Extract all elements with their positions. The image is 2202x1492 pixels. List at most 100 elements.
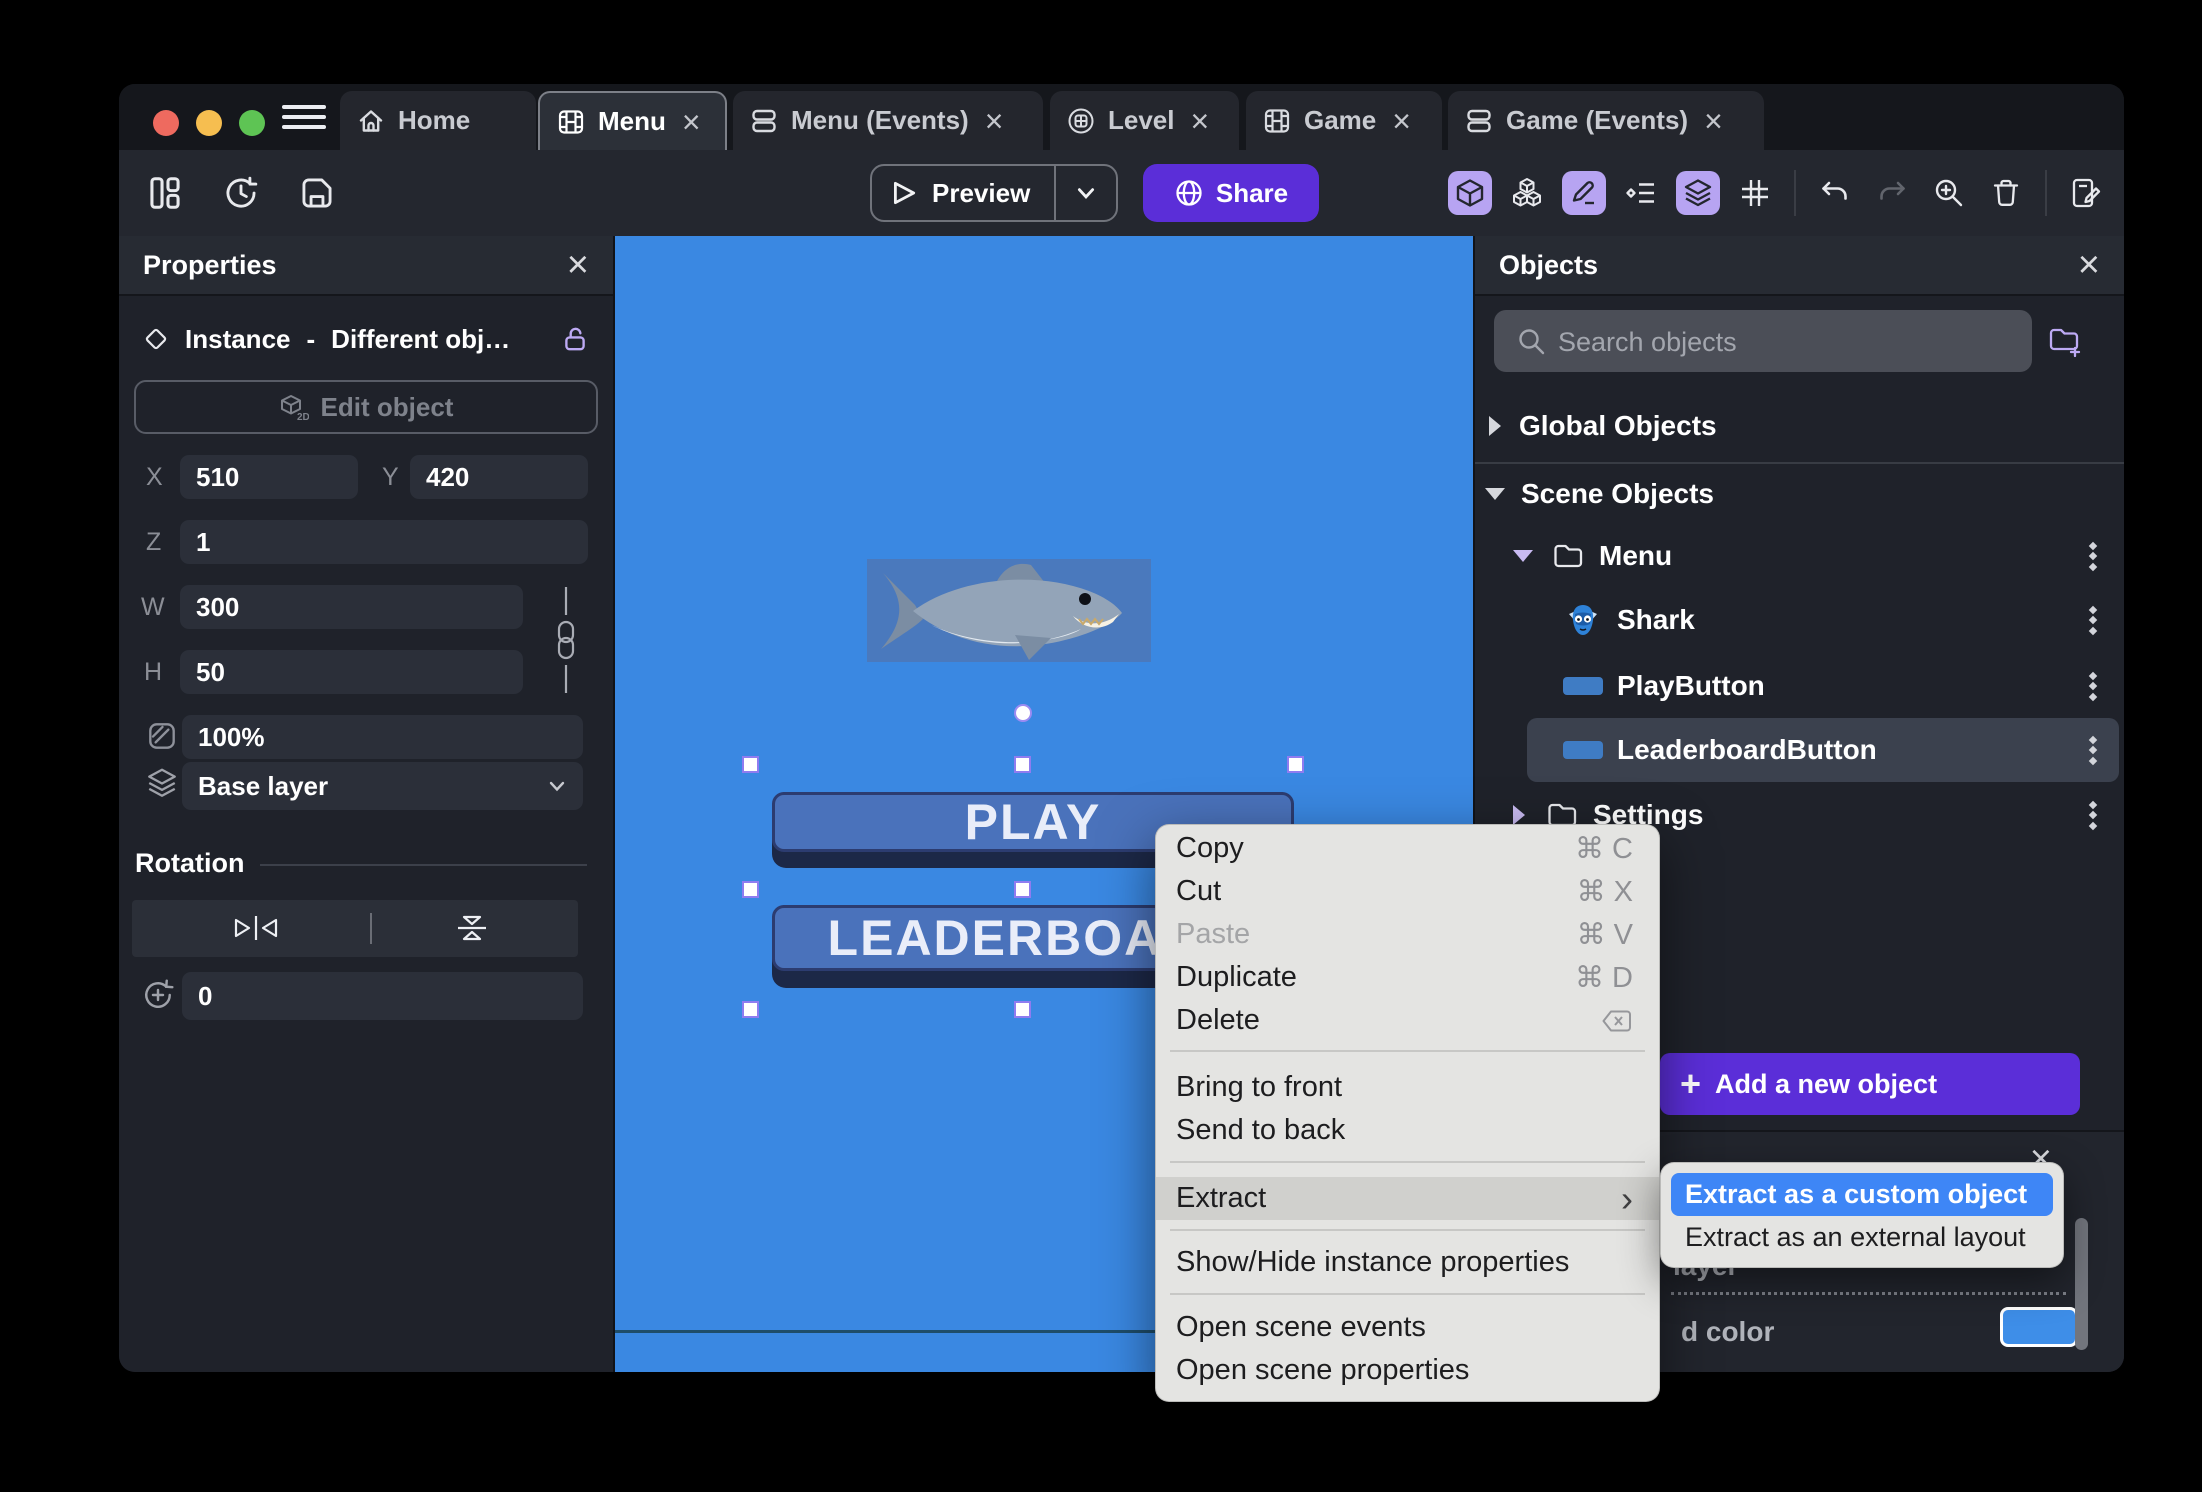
window-zoom-button[interactable] [239,110,265,136]
flip-horizontal-button[interactable] [228,911,284,945]
menu-item-label: Cut [1176,875,1222,907]
opacity-icon [145,719,179,753]
add-new-object-button[interactable]: + Add a new object [1660,1053,2080,1115]
instances-list-icon[interactable] [1619,171,1663,215]
opacity-field[interactable] [182,715,583,759]
selection-handle[interactable] [742,756,759,773]
folder-row-menu[interactable]: Menu [1475,524,2124,588]
window-close-button[interactable] [153,110,179,136]
objects-panel-title: Objects [1499,249,1599,280]
selection-handle[interactable] [1287,756,1304,773]
x-field[interactable] [180,455,358,499]
objects-3d-view-icon[interactable] [1448,171,1492,215]
history-icon[interactable] [219,171,263,215]
trash-icon[interactable] [1984,171,2028,215]
section-label: Global Objects [1519,410,1717,441]
screenshot-root: Home Menu × Menu (Events) × Level × Game… [0,0,2202,1492]
selection-handle[interactable] [1014,756,1031,773]
selection-handle[interactable] [1014,881,1031,898]
menu-item-send-to-back[interactable]: Send to back [1156,1109,1659,1152]
tab-close-icon[interactable]: × [1392,105,1411,137]
menu-item-copy[interactable]: Copy ⌘ C [1156,827,1659,870]
window-minimize-button[interactable] [196,110,222,136]
selection-handle[interactable] [742,1001,759,1018]
toolbar: Preview Share [119,150,2124,236]
delete-key-icon [1601,1008,1633,1034]
grid-icon[interactable] [1733,171,1777,215]
play-icon [890,179,918,207]
tab-close-icon[interactable]: × [682,106,701,138]
w-field[interactable] [180,585,523,629]
menu-item-open-scene-properties[interactable]: Open scene properties [1156,1349,1659,1392]
lock-aspect-ratio-icon[interactable] [551,585,581,695]
objects-list-icon[interactable] [1505,171,1549,215]
edit-object-button[interactable]: 2D Edit object [134,380,598,434]
tab-close-icon[interactable]: × [985,105,1004,137]
selection-rotate-handle[interactable] [1014,704,1032,722]
scene-properties-icon[interactable] [2064,171,2108,215]
panels-layout-icon[interactable] [143,171,187,215]
h-field[interactable] [180,650,523,694]
object-row-leaderboardbutton[interactable]: LeaderboardButton [1475,718,2124,782]
tab-level[interactable]: Level × [1050,91,1239,150]
color-swatch[interactable] [2000,1307,2078,1347]
menu-item-duplicate[interactable]: Duplicate ⌘ D [1156,956,1659,999]
shark-sprite[interactable] [867,559,1151,662]
menu-item-show-hide-instance-properties[interactable]: Show/Hide instance properties [1156,1241,1659,1284]
y-field[interactable] [410,455,588,499]
kebab-menu-icon[interactable] [2088,538,2098,574]
z-field[interactable] [180,520,588,564]
scrollbar-thumb[interactable] [2075,1218,2088,1350]
shark-thumbnail-icon [1563,600,1603,640]
layer-select-value: Base layer [198,770,329,801]
kebab-menu-icon[interactable] [2088,797,2098,833]
object-row-shark[interactable]: Shark [1475,588,2124,652]
save-icon[interactable] [295,171,339,215]
button-thumbnail-icon [1563,741,1603,759]
menu-item-delete[interactable]: Delete [1156,999,1659,1042]
kebab-menu-icon[interactable] [2088,732,2098,768]
selection-handle[interactable] [742,881,759,898]
layer-select[interactable]: Base layer [182,762,583,810]
zoom-in-icon[interactable] [1927,171,1971,215]
tab-home[interactable]: Home [340,91,536,150]
edit-mode-pencil-icon[interactable] [1562,171,1606,215]
global-objects-section[interactable]: Global Objects [1475,400,2124,452]
search-objects-input[interactable] [1556,310,2022,374]
close-icon[interactable]: × [567,246,589,284]
scene-objects-section[interactable]: Scene Objects [1475,468,2124,520]
tab-label: Game (Events) [1506,105,1689,135]
kebab-menu-icon[interactable] [2088,668,2098,704]
tab-close-icon[interactable]: × [1191,105,1210,137]
tab-menu-scene[interactable]: Menu × [538,91,727,150]
redo-icon[interactable] [1870,171,1914,215]
menu-item-cut[interactable]: Cut ⌘ X [1156,870,1659,913]
chevron-down-icon[interactable] [1056,182,1116,204]
menu-item-bring-to-front[interactable]: Bring to front [1156,1066,1659,1109]
kebab-menu-icon[interactable] [2088,602,2098,638]
unlock-icon[interactable] [561,325,589,353]
flip-vertical-button[interactable] [452,911,492,945]
close-icon[interactable]: × [2078,246,2100,284]
submenu-item-extract-external-layout[interactable]: Extract as an external layout [1671,1216,2053,1259]
undo-icon[interactable] [1813,171,1857,215]
layers-icon[interactable] [1676,171,1720,215]
add-folder-icon[interactable] [2046,322,2084,360]
submenu-item-extract-custom-object[interactable]: Extract as a custom object [1671,1173,2053,1216]
toolbar-divider [1794,170,1796,216]
menu-item-label: Show/Hide instance properties [1176,1246,1570,1278]
preview-button[interactable]: Preview [870,164,1118,222]
tab-menu-events[interactable]: Menu (Events) × [733,91,1043,150]
search-objects-box [1494,310,2032,374]
properties-panel-title: Properties [143,249,277,280]
menu-item-open-scene-events[interactable]: Open scene events [1156,1306,1659,1349]
selection-handle[interactable] [1014,1001,1031,1018]
object-row-playbutton[interactable]: PlayButton [1475,654,2124,718]
share-button[interactable]: Share [1143,164,1319,222]
tab-game-events[interactable]: Game (Events) × [1448,91,1764,150]
main-menu-icon[interactable] [282,105,326,131]
rotation-field[interactable] [182,972,583,1020]
tab-close-icon[interactable]: × [1704,105,1723,137]
menu-item-extract[interactable]: Extract › [1156,1177,1659,1220]
tab-game-scene[interactable]: Game × [1246,91,1442,150]
